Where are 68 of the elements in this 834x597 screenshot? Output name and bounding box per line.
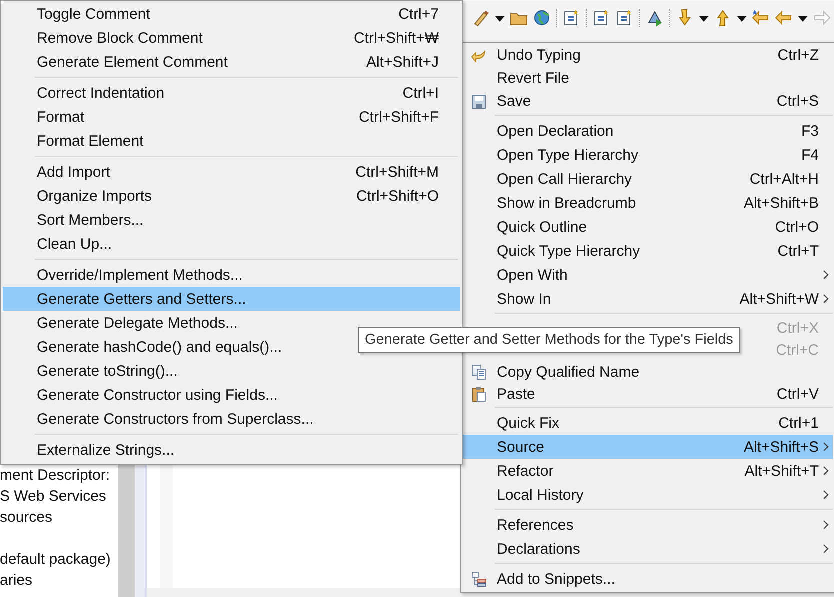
globe-icon[interactable] [533,9,551,27]
menu-item[interactable]: Format Element [3,129,460,153]
tree-item[interactable]: S Web Services [0,486,118,507]
tree-item[interactable]: ment Descriptor: [0,465,118,486]
menu-item[interactable]: Open Declaration F3 [463,119,833,143]
scrollbar[interactable] [118,464,135,597]
menu-item[interactable]: Copy Qualified Name [463,361,833,383]
back-arrow-icon[interactable] [752,9,770,27]
menu-item[interactable]: Generate Element Comment Alt+Shift+J [3,50,460,74]
menu-item[interactable]: Generate Constructors from Superclass... [3,407,460,431]
menu-item[interactable]: Generate Constructor using Fields... [3,383,460,407]
menu-item[interactable]: Source Alt+Shift+S [463,435,833,459]
menu-item[interactable]: Show In Alt+Shift+W [463,287,833,311]
chevron-icon [823,270,829,280]
down-arrow-icon[interactable] [676,9,694,27]
menu-item[interactable]: Quick Outline Ctrl+O [463,215,833,239]
chevron-icon [823,490,829,500]
back-arrow-icon[interactable] [775,9,793,27]
pen-icon[interactable] [472,9,490,27]
menu-item[interactable]: Local History [463,483,833,507]
menu-item[interactable]: Toggle Comment Ctrl+7 [3,2,460,26]
menu-item[interactable]: Open Type Hierarchy F4 [463,143,833,167]
menu-item[interactable]: Correct Indentation Ctrl+I [3,81,460,105]
menu-item[interactable]: Quick Fix Ctrl+1 [463,411,833,435]
menu-item[interactable]: Externalize Strings... [3,438,460,462]
clipboard-icon [471,386,487,402]
chevron-icon [823,442,829,452]
menu-item[interactable]: Show in Breadcrumb Alt+Shift+B [463,191,833,215]
chevron-icon [823,544,829,554]
tree-item[interactable]: default package) [0,549,118,570]
dropdown-icon[interactable] [495,16,505,22]
menu-item[interactable]: Add Import Ctrl+Shift+M [3,160,460,184]
tree-item[interactable]: aries [0,570,118,591]
menu-item[interactable]: Quick Type Hierarchy Ctrl+T [463,239,833,263]
chevron-icon [823,294,829,304]
up-arrow-icon[interactable] [714,9,732,27]
menu-item[interactable]: Save Ctrl+S [463,90,833,113]
menu-item[interactable]: Clean Up... [3,232,460,256]
menu-item[interactable]: Override/Implement Methods... [3,263,460,287]
menu-item[interactable]: Declarations [463,537,833,561]
file-icon[interactable] [563,9,581,27]
menu-item[interactable]: Format Ctrl+Shift+F [3,105,460,129]
menu-item[interactable]: Paste Ctrl+V [463,383,833,405]
menu-item[interactable]: Sort Members... [3,208,460,232]
menu-item[interactable]: Revert File [463,67,833,90]
menu-item[interactable]: Open Call Hierarchy Ctrl+Alt+H [463,167,833,191]
dropdown-icon[interactable] [798,16,808,22]
tooltip: Generate Getter and Setter Methods for the Type's Fields [358,327,740,353]
copy-icon [471,364,487,380]
menu-item[interactable]: Organize Imports Ctrl+Shift+O [3,184,460,208]
run-icon[interactable] [646,9,664,27]
dropdown-icon[interactable] [737,16,747,22]
save-icon [471,94,487,110]
menu-item[interactable]: Refactor Alt+Shift+T [463,459,833,483]
menu-item[interactable]: Remove Block Comment Ctrl+Shift+₩ [3,26,460,50]
chevron-icon [823,466,829,476]
snippet-icon [471,571,487,587]
chevron-icon [823,520,829,530]
menu-item[interactable]: Generate Getters and Setters... [3,287,460,311]
tree-item[interactable]: sources [0,507,118,528]
file-icon[interactable] [616,9,634,27]
menu-item[interactable]: Generate toString()... [3,359,460,383]
menu-item[interactable]: Open With [463,263,833,287]
menu-item[interactable]: References [463,513,833,537]
dropdown-icon[interactable] [699,16,709,22]
menu-item[interactable]: Undo Typing Ctrl+Z [463,44,833,67]
file-icon[interactable] [593,9,611,27]
menu-item[interactable]: Add to Snippets... [463,567,833,591]
